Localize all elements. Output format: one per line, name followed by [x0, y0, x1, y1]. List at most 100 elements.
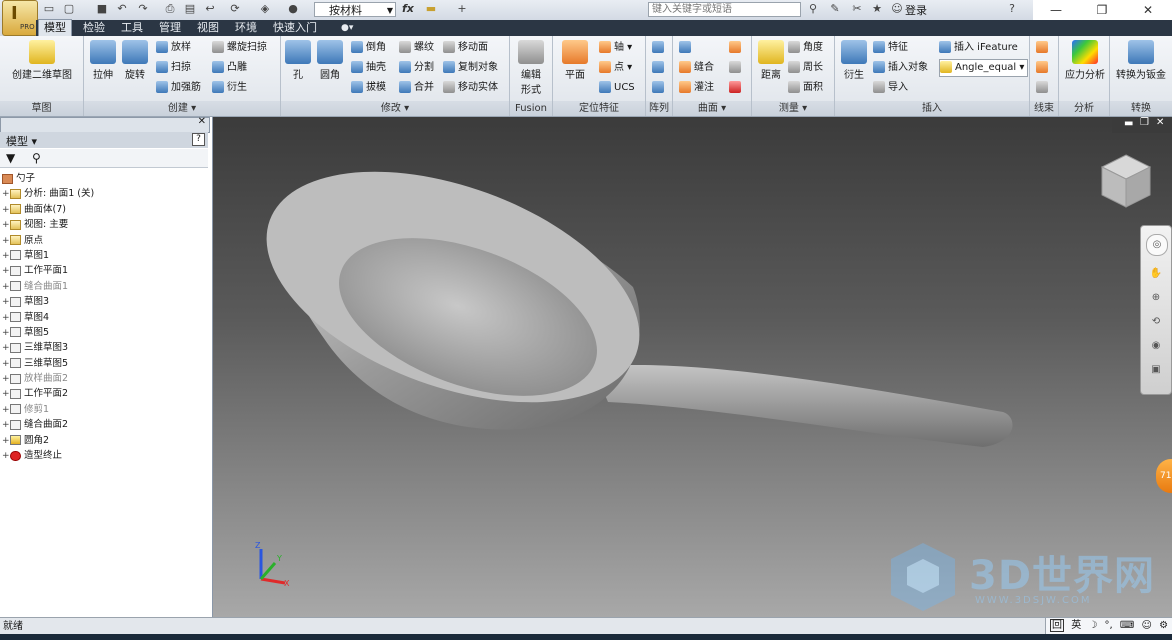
expand-icon[interactable]: +: [2, 434, 10, 449]
pan-hand-icon[interactable]: ✋: [1146, 264, 1166, 284]
close-icon[interactable]: ✕: [198, 116, 206, 127]
trim-button[interactable]: [729, 59, 744, 77]
tree-item[interactable]: + 草图4: [2, 310, 208, 325]
tree-item[interactable]: + 修剪1: [2, 402, 208, 417]
ime-punct-icon[interactable]: °,: [1105, 620, 1113, 631]
update-icon[interactable]: ⟳: [228, 2, 242, 16]
tab-inspect[interactable]: 检验: [78, 20, 110, 36]
measure-icon[interactable]: ▬: [424, 2, 438, 16]
filter-icon[interactable]: ▼: [6, 151, 15, 165]
angle-button[interactable]: 角度: [788, 39, 823, 57]
expand-icon[interactable]: +: [2, 203, 10, 218]
expand-icon[interactable]: +: [2, 372, 10, 387]
zoom-extents-icon[interactable]: ▣: [1146, 360, 1166, 380]
viewcube[interactable]: [1100, 153, 1152, 209]
expand-icon[interactable]: +: [2, 264, 10, 279]
patch-button[interactable]: 灌注: [679, 79, 714, 97]
loft-button[interactable]: 放样: [156, 39, 191, 57]
rect-pattern-button[interactable]: [652, 39, 667, 57]
derive-button[interactable]: 衍生: [212, 79, 247, 97]
graphics-viewport[interactable]: ▬ ❐ ✕ ◎ ✋ ⊕ ⟲ ◉ ▣ 71 Z Y X 3D世界网 WWW.3DS…: [213, 117, 1172, 617]
thread-button[interactable]: 螺纹: [399, 39, 434, 57]
tree-item[interactable]: + 草图3: [2, 294, 208, 309]
exchange-icon[interactable]: ✂: [850, 2, 864, 16]
loop-button[interactable]: 周长: [788, 59, 823, 77]
tree-item[interactable]: + 工作平面2: [2, 386, 208, 401]
login-link[interactable]: 登录: [905, 2, 927, 18]
harness-button-3[interactable]: [1036, 79, 1051, 97]
expand-icon[interactable]: +: [2, 311, 10, 326]
create-2d-sketch-button[interactable]: 创建二维草图: [8, 40, 76, 81]
zoom-icon[interactable]: ⊕: [1146, 288, 1166, 308]
tree-item[interactable]: + 缝合曲面2: [2, 417, 208, 432]
tree-item[interactable]: + 草图1: [2, 248, 208, 263]
expand-icon[interactable]: +: [2, 418, 10, 433]
area-button[interactable]: 面积: [788, 79, 823, 97]
tree-root[interactable]: 勺子: [2, 171, 208, 186]
revolve-button[interactable]: 旋转: [120, 40, 150, 81]
steering-wheel-icon[interactable]: ◎: [1146, 234, 1168, 256]
tree-item[interactable]: + 工作平面1: [2, 263, 208, 278]
tree-item[interactable]: + 三维草图5: [2, 356, 208, 371]
tree-item[interactable]: + 分析: 曲面1 (关): [2, 186, 208, 201]
ime-moon-icon[interactable]: ☽: [1088, 620, 1097, 631]
tab-environments[interactable]: 环境: [230, 20, 262, 36]
tree-item[interactable]: + 原点: [2, 233, 208, 248]
sweep-button[interactable]: 扫掠: [156, 59, 191, 77]
split-button[interactable]: 分割: [399, 59, 434, 77]
search-input[interactable]: 键入关键字或短语: [648, 2, 801, 17]
undo-icon[interactable]: ↶: [115, 2, 129, 16]
expand-icon[interactable]: +: [2, 341, 10, 356]
distance-button[interactable]: 距离: [756, 40, 786, 81]
expand-icon[interactable]: +: [2, 234, 10, 249]
import-button[interactable]: 导入: [873, 79, 908, 97]
circ-pattern-button[interactable]: [652, 59, 667, 77]
harness-button-2[interactable]: [1036, 59, 1051, 77]
close-icon[interactable]: ✕: [1125, 0, 1171, 20]
favorite-star-icon[interactable]: ★: [870, 2, 884, 16]
tools-icon[interactable]: ✎: [828, 2, 842, 16]
binoculars-icon[interactable]: ⚲: [806, 2, 820, 16]
tree-item[interactable]: + 造型终止: [2, 448, 208, 463]
ucs-button[interactable]: UCS: [599, 79, 635, 97]
help-icon[interactable]: ?: [192, 133, 205, 146]
chamfer-button[interactable]: 倒角: [351, 39, 386, 57]
ime-settings-icon[interactable]: ⚙: [1159, 620, 1168, 631]
open-icon[interactable]: ▢: [62, 2, 76, 16]
crosshair-icon[interactable]: +: [455, 2, 469, 16]
tab-model[interactable]: 模型: [38, 19, 72, 37]
shell-button[interactable]: 抽壳: [351, 59, 386, 77]
expand-icon[interactable]: +: [2, 295, 10, 310]
minimize-icon[interactable]: —: [1033, 0, 1079, 20]
copy-object-button[interactable]: 复制对象: [443, 59, 498, 77]
mirror-button[interactable]: [652, 79, 667, 97]
emboss-button[interactable]: 凸雕: [212, 59, 247, 77]
insert-object-button[interactable]: 插入对象: [873, 59, 928, 77]
move-body-button[interactable]: 移动实体: [443, 79, 498, 97]
expand-icon[interactable]: +: [2, 387, 10, 402]
expand-icon[interactable]: +: [2, 449, 10, 464]
angle-equal-dropdown[interactable]: Angle_equal ▾: [939, 59, 1029, 77]
expand-icon[interactable]: +: [2, 249, 10, 264]
color-icon[interactable]: ●: [286, 2, 300, 16]
expand-icon[interactable]: +: [2, 280, 10, 295]
help-icon[interactable]: ?: [1005, 2, 1019, 16]
parameters-fx-button[interactable]: fx: [402, 2, 414, 15]
feature-button[interactable]: 特征: [873, 39, 908, 57]
combine-button[interactable]: 合并: [399, 79, 434, 97]
browser-header[interactable]: 模型 ▾ ?: [0, 132, 208, 148]
tree-item[interactable]: + 缝合曲面1: [2, 279, 208, 294]
orbit-icon[interactable]: ⟲: [1146, 312, 1166, 332]
select-icon[interactable]: ◈: [258, 2, 272, 16]
expand-icon[interactable]: +: [2, 403, 10, 418]
find-binoculars-icon[interactable]: ⚲: [32, 151, 41, 165]
edit-form-button[interactable]: 编辑 形式: [516, 40, 546, 96]
material-dropdown[interactable]: 按材料 ▼: [314, 2, 396, 17]
tree-item[interactable]: + 草图5: [2, 325, 208, 340]
expand-icon[interactable]: +: [2, 326, 10, 341]
save-icon[interactable]: ■: [95, 2, 109, 16]
application-menu-button[interactable]: I PRO: [2, 0, 38, 36]
stress-analysis-button[interactable]: 应力分析: [1063, 40, 1107, 81]
hole-button[interactable]: 孔: [285, 40, 311, 81]
extrude-button[interactable]: 拉伸: [88, 40, 118, 81]
